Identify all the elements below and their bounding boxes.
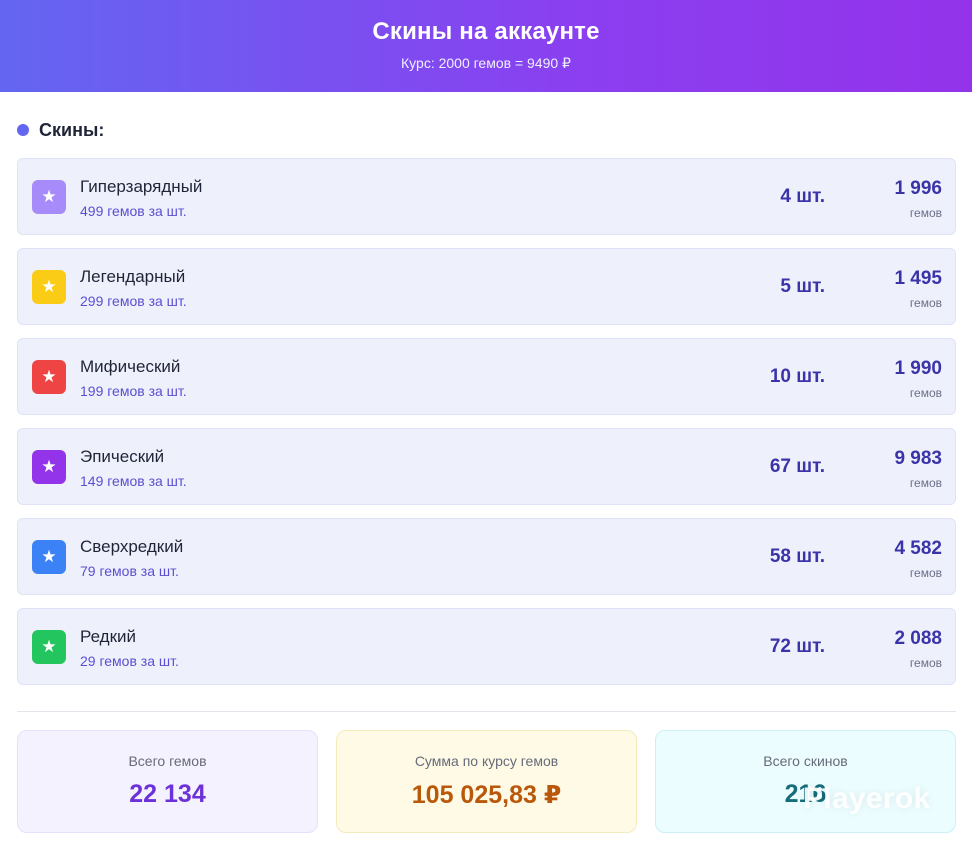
- skin-price: 199 гемов за шт.: [80, 383, 187, 399]
- skin-price: 149 гемов за шт.: [80, 473, 187, 489]
- section-title: Скины:: [39, 119, 105, 140]
- skin-quantity: 72 шт.: [769, 636, 825, 657]
- total-gems-value: 22 134: [129, 780, 206, 808]
- total-skins-label: Всего скинов: [763, 753, 848, 769]
- skin-row-mythic: ★ Мифический 199 гемов за шт. 10 шт. 1 9…: [17, 338, 956, 415]
- skin-total: 1 495: [894, 268, 942, 289]
- skin-total-unit: гемов: [909, 206, 942, 220]
- skin-total: 1 990: [894, 358, 942, 379]
- skin-price: 299 гемов за шт.: [80, 293, 187, 309]
- star-icon: ★: [32, 630, 66, 664]
- skin-total: 4 582: [894, 538, 942, 559]
- skin-price: 79 гемов за шт.: [80, 563, 179, 579]
- star-icon: ★: [32, 270, 66, 304]
- skin-price: 29 гемов за шт.: [80, 653, 179, 669]
- skin-total-unit: гемов: [909, 296, 942, 310]
- watermark-logo: Playerok: [803, 782, 931, 815]
- skin-total: 1 996: [894, 178, 942, 199]
- skin-quantity: 5 шт.: [780, 276, 825, 297]
- section-header: Скины:: [17, 119, 104, 141]
- star-icon: ★: [32, 180, 66, 214]
- skin-name: Мифический: [80, 357, 181, 376]
- skin-quantity: 10 шт.: [769, 366, 825, 387]
- skin-quantity: 67 шт.: [769, 456, 825, 477]
- total-sum-label: Сумма по курсу гемов: [414, 753, 559, 769]
- skin-total-unit: гемов: [909, 566, 942, 580]
- exchange-rate: Курс: 2000 гемов = 9490 ₽: [401, 55, 571, 71]
- skin-total-unit: гемов: [909, 656, 942, 670]
- skin-quantity: 58 шт.: [769, 546, 825, 567]
- skin-row-hypercharge: ★ Гиперзарядный 499 гемов за шт. 4 шт. 1…: [17, 158, 956, 235]
- skin-price: 499 гемов за шт.: [80, 203, 187, 219]
- skin-total-unit: гемов: [909, 476, 942, 490]
- bullet-dot-icon: [17, 124, 29, 136]
- skin-row-legendary: ★ Легендарный 299 гемов за шт. 5 шт. 1 4…: [17, 248, 956, 325]
- skin-row-super-rare: ★ Сверхредкий 79 гемов за шт. 58 шт. 4 5…: [17, 518, 956, 595]
- skin-total-unit: гемов: [909, 386, 942, 400]
- total-gems-card: Всего гемов 22 134: [17, 730, 318, 833]
- divider: [17, 711, 956, 712]
- page-title: Скины на аккаунте: [372, 18, 600, 45]
- star-icon: ★: [32, 450, 66, 484]
- skin-total: 2 088: [894, 628, 942, 649]
- star-icon: ★: [32, 540, 66, 574]
- skin-name: Редкий: [80, 627, 137, 646]
- skin-name: Сверхредкий: [80, 537, 184, 556]
- total-sum-card: Сумма по курсу гемов 105 025,83 ₽: [336, 730, 637, 833]
- star-icon: ★: [32, 360, 66, 394]
- total-sum-value: 105 025,83 ₽: [411, 781, 562, 809]
- skin-total: 9 983: [894, 448, 942, 469]
- skin-name: Эпический: [80, 447, 165, 466]
- skin-row-rare: ★ Редкий 29 гемов за шт. 72 шт. 2 088 ге…: [17, 608, 956, 685]
- total-gems-label: Всего гемов: [128, 753, 207, 769]
- skin-quantity: 4 шт.: [780, 186, 825, 207]
- header-banner: Скины на аккаунте Курс: 2000 гемов = 949…: [0, 0, 972, 92]
- skin-row-epic: ★ Эпический 149 гемов за шт. 67 шт. 9 98…: [17, 428, 956, 505]
- skin-name: Гиперзарядный: [80, 177, 203, 196]
- skin-name: Легендарный: [80, 267, 186, 286]
